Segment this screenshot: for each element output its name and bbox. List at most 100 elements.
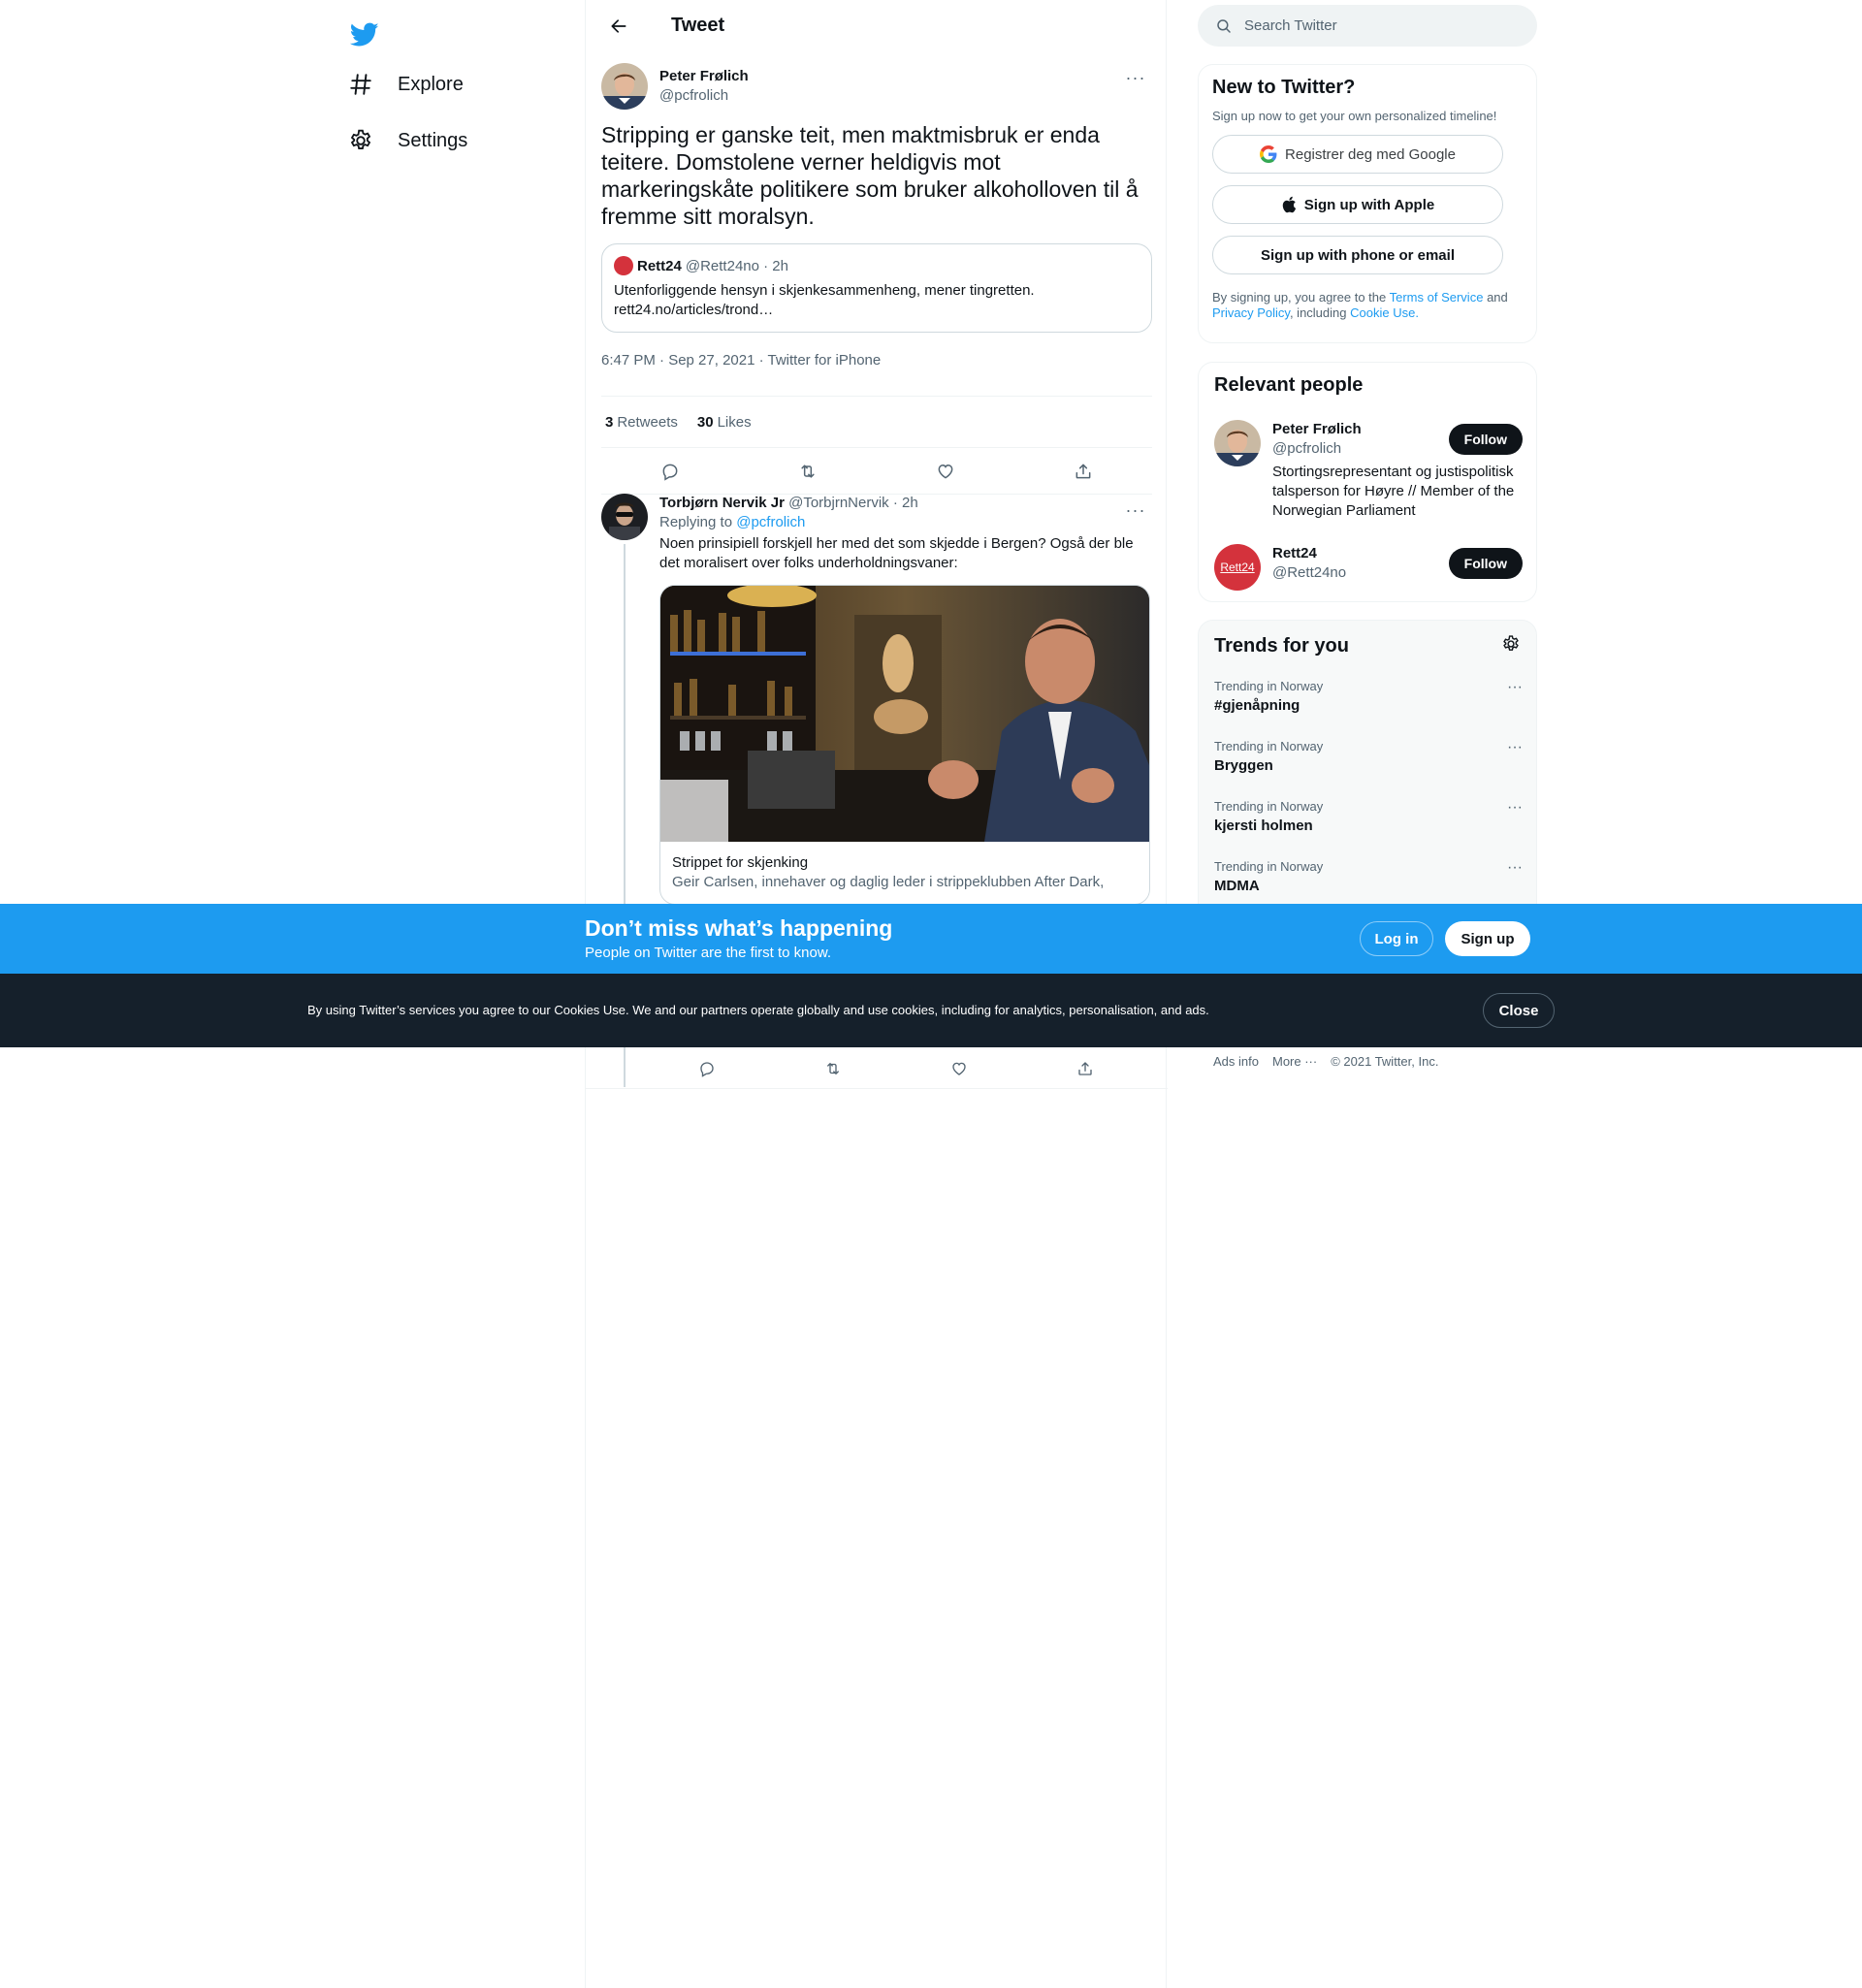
reply-meta: Torbjørn Nervik Jr @TorbjrnNervik · 2h — [659, 494, 1152, 513]
trend-name: kjersti holmen — [1214, 818, 1313, 834]
replying-prefix: Replying to — [659, 514, 733, 530]
retweet-icon[interactable] — [816, 1051, 851, 1086]
tweet-timestamp[interactable]: 6:47 PM · Sep 27, 2021 · Twitter for iPh… — [601, 348, 1152, 397]
trend-context: Trending in Norway — [1214, 799, 1324, 814]
terms-link[interactable]: Terms of Service — [1390, 290, 1484, 305]
card-text: Strippet for skjenking Geir Carlsen, inn… — [660, 842, 1149, 904]
twitter-logo[interactable] — [339, 10, 390, 60]
more-link[interactable]: More ··· — [1272, 1054, 1317, 1069]
follow-button[interactable]: Follow — [1448, 424, 1523, 455]
trend-name: Bryggen — [1214, 757, 1273, 774]
author-text: Peter Frølich @pcfrolich — [659, 63, 749, 106]
avatar[interactable] — [601, 63, 648, 110]
signup-banner: Don’t miss what’s happening People on Tw… — [0, 904, 1862, 974]
trend-item[interactable]: Trending in Norway #gjenåpning ··· — [1214, 679, 1523, 716]
reply-body: Torbjørn Nervik Jr @TorbjrnNervik · 2h ·… — [659, 494, 1152, 905]
copyright: © 2021 Twitter, Inc. — [1331, 1054, 1439, 1069]
share-icon[interactable] — [1068, 1051, 1103, 1086]
more-options-icon[interactable]: ··· — [1119, 494, 1152, 527]
search-input[interactable] — [1244, 17, 1516, 34]
signup-legal-text: By signing up, you agree to the Terms of… — [1212, 290, 1523, 321]
new-to-twitter-subtitle: Sign up now to get your own personalized… — [1212, 109, 1497, 123]
like-icon[interactable] — [942, 1051, 977, 1086]
more-options-icon[interactable]: ··· — [1507, 739, 1523, 756]
avatar[interactable]: Rett24 — [1214, 544, 1261, 591]
retweets-label: Retweets — [617, 413, 678, 431]
replying-to-link[interactable]: @pcfrolich — [736, 514, 805, 530]
google-signup-button[interactable]: Registrer deg med Google — [1212, 135, 1503, 174]
apple-signup-button[interactable]: Sign up with Apple — [1212, 185, 1503, 224]
footer-links: Ads info More ··· © 2021 Twitter, Inc. — [1213, 1054, 1438, 1069]
trend-context: Trending in Norway — [1214, 739, 1324, 754]
person-text: Peter Frølich @pcfrolich Stortingsrepres… — [1272, 420, 1514, 521]
login-button[interactable]: Log in — [1360, 921, 1433, 956]
phone-email-signup-button[interactable]: Sign up with phone or email — [1212, 236, 1503, 274]
trend-item[interactable]: Trending in Norway MDMA ··· — [1214, 859, 1523, 896]
reply-icon[interactable] — [690, 1051, 724, 1086]
quote-tweet[interactable]: Rett24 @Rett24no · 2h Utenforliggende he… — [601, 243, 1152, 333]
trend-name: MDMA — [1214, 878, 1260, 894]
nav-settings-label: Settings — [398, 129, 468, 151]
link-card[interactable]: Strippet for skjenking Geir Carlsen, inn… — [659, 585, 1150, 905]
retweets-stat[interactable]: 3 Retweets — [605, 414, 697, 431]
signup-banner-subtitle: People on Twitter are the first to know. — [585, 945, 832, 961]
privacy-link[interactable]: Privacy Policy — [1212, 305, 1290, 320]
main-tweet: Peter Frølich @pcfrolich ··· Stripping e… — [586, 51, 1168, 495]
page-title: Tweet — [671, 15, 725, 36]
person-item[interactable]: Peter Frølich @pcfrolich Stortingsrepres… — [1214, 420, 1523, 521]
reply-tweet[interactable]: Torbjørn Nervik Jr @TorbjrnNervik · 2h ·… — [586, 482, 1168, 1087]
reply-author-handle[interactable]: @TorbjrnNervik · 2h — [788, 495, 918, 511]
search-icon — [1217, 18, 1231, 33]
more-options-icon[interactable]: ··· — [1119, 61, 1152, 94]
nav-explore[interactable]: Explore — [339, 57, 477, 112]
nav-explore-label: Explore — [398, 73, 464, 95]
close-button[interactable]: Close — [1483, 993, 1555, 1028]
quote-author-name: Rett24 — [637, 257, 682, 274]
more-options-icon[interactable]: ··· — [1507, 859, 1523, 877]
trend-context: Trending in Norway — [1214, 679, 1324, 693]
replying-to: Replying to @pcfrolich — [659, 513, 1152, 532]
follow-button[interactable]: Follow — [1448, 548, 1523, 579]
relevant-people-title: Relevant people — [1214, 374, 1364, 396]
more-options-icon[interactable]: ··· — [1507, 799, 1523, 817]
tweet-stats: 3 Retweets 30 Likes — [601, 397, 1152, 448]
reply-actions — [644, 1050, 1148, 1087]
trend-item[interactable]: Trending in Norway kjersti holmen ··· — [1214, 799, 1523, 836]
reply-row: Torbjørn Nervik Jr @TorbjrnNervik · 2h ·… — [601, 494, 1152, 1087]
hashtag-icon — [343, 67, 378, 102]
cookie-link[interactable]: Cookie Use. — [1350, 305, 1419, 320]
person-name: Peter Frølich — [1272, 421, 1362, 437]
nav-settings[interactable]: Settings — [339, 113, 481, 168]
tweet-author-row: Peter Frølich @pcfrolich ··· — [601, 51, 1152, 112]
quote-avatar — [614, 256, 633, 275]
person-text: Rett24 @Rett24no — [1272, 544, 1443, 591]
legal-text-1: By signing up, you agree to the — [1212, 290, 1387, 305]
person-bio: Stortingsrepresentant og justispolitisk … — [1272, 464, 1515, 519]
likes-stat[interactable]: 30 Likes — [697, 414, 771, 431]
author-name[interactable]: Peter Frølich — [659, 67, 749, 86]
trend-item[interactable]: Trending in Norway Bryggen ··· — [1214, 739, 1523, 776]
person-handle: @Rett24no — [1272, 564, 1347, 581]
gear-icon[interactable] — [1501, 634, 1521, 658]
back-button[interactable] — [601, 9, 636, 44]
signup-button[interactable]: Sign up — [1445, 921, 1530, 956]
reply-author-name[interactable]: Torbjørn Nervik Jr — [659, 495, 785, 511]
gear-icon — [343, 123, 378, 158]
legal-text-3: , including — [1289, 305, 1347, 320]
main-header: Tweet — [586, 0, 1166, 51]
person-item[interactable]: Rett24 Rett24 @Rett24no Follow — [1214, 544, 1523, 591]
reply-left — [601, 494, 648, 1087]
google-icon — [1260, 145, 1277, 163]
author-handle[interactable]: @pcfrolich — [659, 86, 749, 106]
more-options-icon[interactable]: ··· — [1507, 679, 1523, 696]
trends-header: Trends for you — [1214, 632, 1521, 659]
trend-name: #gjenåpning — [1214, 697, 1300, 714]
likes-label: Likes — [717, 413, 752, 431]
avatar[interactable] — [1214, 420, 1261, 466]
retweets-count: 3 — [605, 413, 614, 431]
cookie-banner: By using Twitter’s services you agree to… — [0, 974, 1862, 1047]
ads-info-link[interactable]: Ads info — [1213, 1054, 1259, 1069]
reply-text: Noen prinsipiell forskjell her med det s… — [659, 535, 1134, 571]
search-box[interactable] — [1198, 5, 1537, 47]
avatar[interactable] — [601, 494, 648, 540]
